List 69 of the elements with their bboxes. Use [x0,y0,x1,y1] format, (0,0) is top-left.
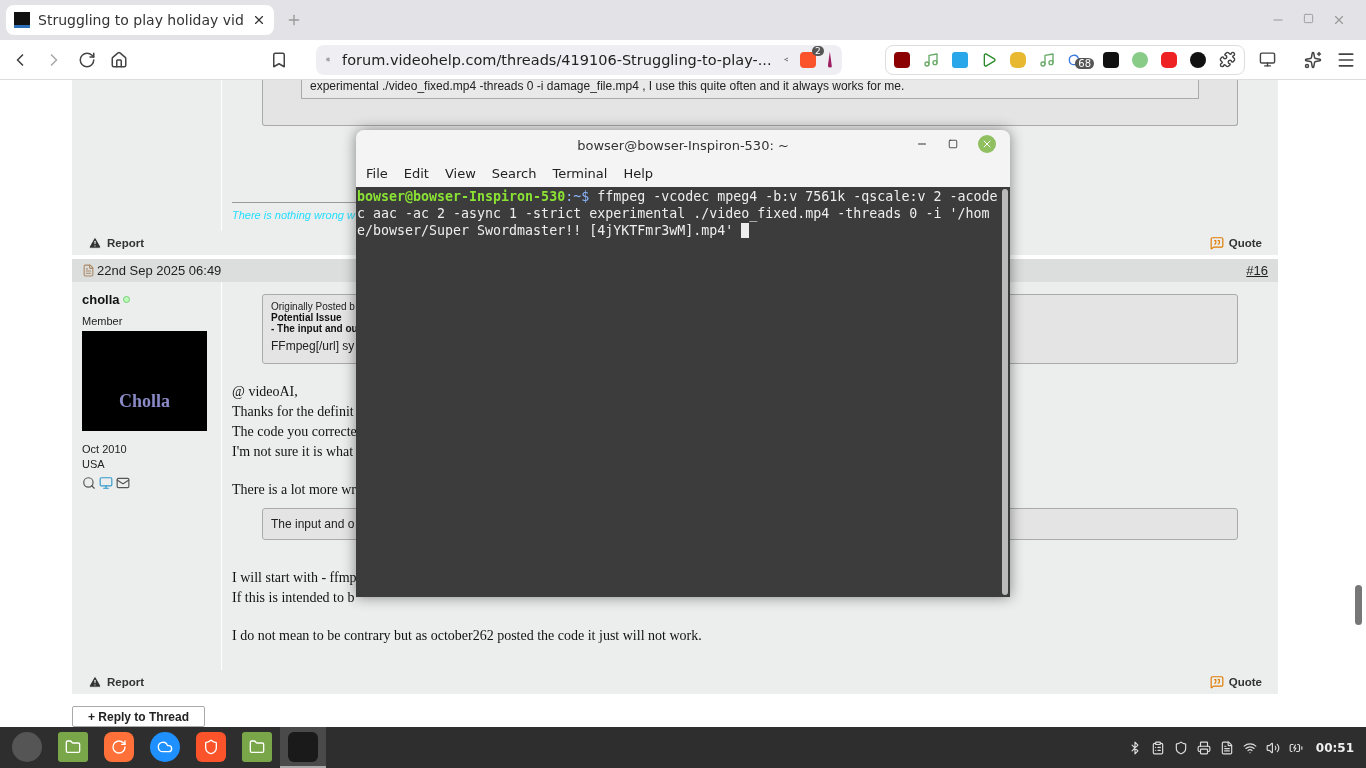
extension-icon[interactable] [1103,51,1119,68]
username-link[interactable]: cholla [82,292,211,308]
sparkle-icon[interactable] [1304,50,1322,69]
scrollbar[interactable] [1000,187,1010,597]
count-badge: 2 [811,45,824,56]
user-location: USA [82,458,106,471]
post-text: I will start with - ffmp [232,569,358,588]
logo-icon [12,731,42,762]
search-icon[interactable] [82,476,96,491]
quote-icon [1209,235,1224,250]
folder-icon [58,731,88,762]
warning-icon [88,235,102,250]
user-rank: Member [82,315,124,328]
code-text: experimental ./video_fixed.mp4 -threads 0 -i damage_file.mp4 , I use this quite often and it always works for me. [301,80,1199,99]
menu-item[interactable]: Edit [395,166,437,181]
post-text: The code you correcte [232,423,358,442]
quote-link[interactable]: Quote [1209,235,1262,250]
join-date: Oct 2010 [82,443,128,456]
maximize-icon[interactable] [948,139,958,149]
site-logo-icon [14,12,30,28]
wifi-icon[interactable] [1242,740,1257,755]
quote-text: FFmpeg[/url] sy [271,339,356,354]
printer-icon[interactable] [1196,740,1211,755]
extensions-icon[interactable] [1219,51,1236,68]
quote-link[interactable]: Quote [1209,675,1262,690]
address-bar[interactable]: forum.videohelp.com/threads/419106-Struggling-to-play-... 2 [316,44,842,75]
post-text: Thanks for the definit [232,403,355,422]
music-note-icon[interactable] [923,51,939,68]
menu-item[interactable]: File [358,166,396,181]
menu-item[interactable]: Search [483,166,545,181]
play-icon[interactable] [981,51,997,68]
shield-icon[interactable] [1173,740,1188,755]
browser-icon [150,731,180,762]
window-title: bowser@bowser-Inspiron-530: ~ [577,137,789,153]
quote-icon [1209,675,1224,690]
post-icon [82,264,95,277]
count-badge: 68 [1075,57,1094,69]
folder-icon [242,731,272,762]
post-text: If this is intended to b [232,589,356,608]
post-text: @ videoAI, [232,383,299,402]
reload-icon[interactable] [78,50,96,69]
report-link[interactable]: Report [88,235,145,250]
terminal-icon [288,731,318,762]
music-note-icon[interactable] [1039,51,1055,68]
menu-item[interactable]: Terminal [544,166,616,181]
clock: 00:51 [1315,740,1354,755]
bookmark-icon[interactable] [270,50,288,69]
reader-icon[interactable] [1259,51,1276,68]
post-text: I do not mean to be contrary but as october262 posted the code it just will not work. [232,627,703,646]
clipboard-icon[interactable] [1150,740,1165,755]
post-number-link[interactable]: #16 [1246,263,1268,278]
home-icon[interactable] [110,50,128,69]
menu-item[interactable]: View [436,166,484,181]
volume-icon[interactable] [1265,740,1280,755]
post-date: 22nd Sep 2025 06:49 [97,263,222,278]
document-icon[interactable] [1219,740,1234,755]
menu-item[interactable]: Help [615,166,662,181]
post-text: I'm not sure it is what [232,443,355,462]
mail-icon[interactable] [116,476,130,491]
warning-icon [88,675,102,690]
report-link[interactable]: Report [88,675,145,690]
taskbar-app[interactable] [280,727,326,768]
reply-button[interactable]: + Reply to Thread [72,706,205,727]
post-text: There is a lot more wr [232,481,357,500]
quote-header: Originally Posted b [271,301,356,313]
browser-tab[interactable]: Struggling to play holiday vid [6,5,274,35]
quote-line: Potential Issue [271,312,343,324]
close-icon [981,138,993,150]
avatar-image: Cholla [82,331,207,432]
